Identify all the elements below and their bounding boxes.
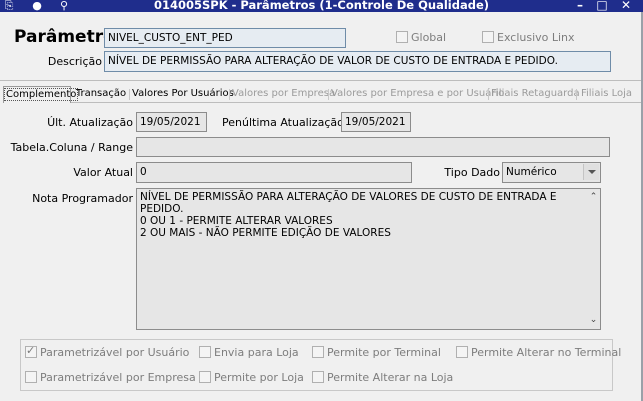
tabela-coluna-label: Tabela.Coluna / Range	[10, 141, 133, 154]
minimize-button[interactable]: –	[571, 0, 589, 12]
nota-scrollbar[interactable]: ⌃ ⌄	[587, 189, 600, 329]
tipo-dado-value: Numérico	[506, 166, 557, 178]
envia-loja-checkbox[interactable]	[199, 346, 211, 358]
scroll-up-icon[interactable]: ⌃	[589, 193, 598, 202]
valor-atual-label: Valor Atual	[73, 166, 133, 179]
nota-programador-label: Nota Programador	[32, 192, 133, 205]
global-label: Global	[411, 31, 447, 44]
window-title: 014005SPK - Parâmetros (1-Controle De Qu…	[153, 0, 490, 12]
tab-bar: Complemento Transação Valores Por Usuári…	[1, 86, 641, 103]
parametrizavel-empresa-checkbox[interactable]	[25, 371, 37, 383]
tab-valores-usuarios[interactable]: Valores Por Usuários	[132, 86, 234, 103]
permite-alterar-loja-label: Permite Alterar na Loja	[327, 371, 454, 384]
maximize-button[interactable]: □	[593, 0, 611, 12]
ult-atualizacao-label: Últ. Atualização	[47, 116, 133, 129]
tab-valores-empresa: Valores por Empresa	[232, 88, 336, 99]
exclusivo-linx-checkbox[interactable]	[482, 31, 494, 43]
permite-alterar-loja-checkbox[interactable]	[312, 371, 324, 383]
tab-valores-empresa-usuario: Valores por Empresa e por Usuário	[331, 88, 505, 99]
title-bar: ⎘ ● ⚲ 014005SPK - Parâmetros (1-Controle…	[0, 0, 643, 12]
permite-alterar-terminal-label: Permite Alterar no Terminal	[471, 346, 622, 359]
envia-loja-label: Envia para Loja	[214, 346, 299, 359]
exclusivo-linx-label: Exclusivo Linx	[497, 31, 575, 44]
tab-transacao[interactable]: Transação	[75, 86, 127, 103]
valor-atual-field[interactable]: 0	[136, 162, 412, 183]
tabela-coluna-field[interactable]	[136, 137, 610, 157]
tab-filiais-retaguarda: Filiais Retaguarda	[491, 88, 580, 99]
permite-terminal-label: Permite por Terminal	[327, 346, 441, 359]
nota-line-3: 2 OU MAIS - NÃO PERMITE EDIÇÃO DE VALORE…	[140, 227, 391, 239]
tab-filiais-loja: Filiais Loja	[580, 88, 633, 99]
parametro-label: Parâmetro	[14, 27, 115, 47]
parametrizavel-usuario-checkbox[interactable]	[25, 344, 37, 358]
descricao-field[interactable]: NÍVEL DE PERMISSÃO PARA ALTERAÇÃO DE VAL…	[104, 51, 611, 72]
tab-complemento[interactable]: Complemento	[3, 86, 79, 103]
tipo-dado-select[interactable]: Numérico	[502, 162, 601, 183]
permite-loja-label: Permite por Loja	[214, 371, 304, 384]
parametrizavel-usuario-label: Parametrizável por Usuário	[40, 346, 190, 359]
header-divider	[0, 80, 643, 81]
close-button[interactable]: ✕	[617, 0, 635, 12]
permite-terminal-checkbox[interactable]	[312, 346, 324, 358]
tipo-dado-label: Tipo Dado	[444, 166, 500, 179]
scroll-down-icon[interactable]: ⌄	[589, 316, 598, 325]
nota-line-2: 0 OU 1 - PERMITE ALTERAR VALORES	[140, 215, 333, 227]
nota-programador-memo[interactable]: NÍVEL DE PERMISSÃO PARA ALTERAÇÃO DE VAL…	[136, 188, 601, 330]
penultima-atualizacao-label: Penúltima Atualização	[222, 116, 344, 129]
parametrizavel-empresa-label: Parametrizável por Empresa	[40, 371, 196, 384]
parametro-field[interactable]: NIVEL_CUSTO_ENT_PED	[104, 28, 346, 48]
chevron-down-icon[interactable]	[583, 164, 599, 180]
global-checkbox[interactable]	[396, 31, 408, 43]
ult-atualizacao-field[interactable]: 19/05/2021	[136, 112, 207, 132]
tab-underline	[71, 102, 641, 103]
permite-alterar-terminal-checkbox[interactable]	[456, 346, 468, 358]
nota-line-1: NÍVEL DE PERMISSÃO PARA ALTERAÇÃO DE VAL…	[140, 191, 557, 215]
descricao-label: Descrição	[47, 55, 102, 68]
penultima-atualizacao-field[interactable]: 19/05/2021	[341, 112, 411, 132]
permite-loja-checkbox[interactable]	[199, 371, 211, 383]
